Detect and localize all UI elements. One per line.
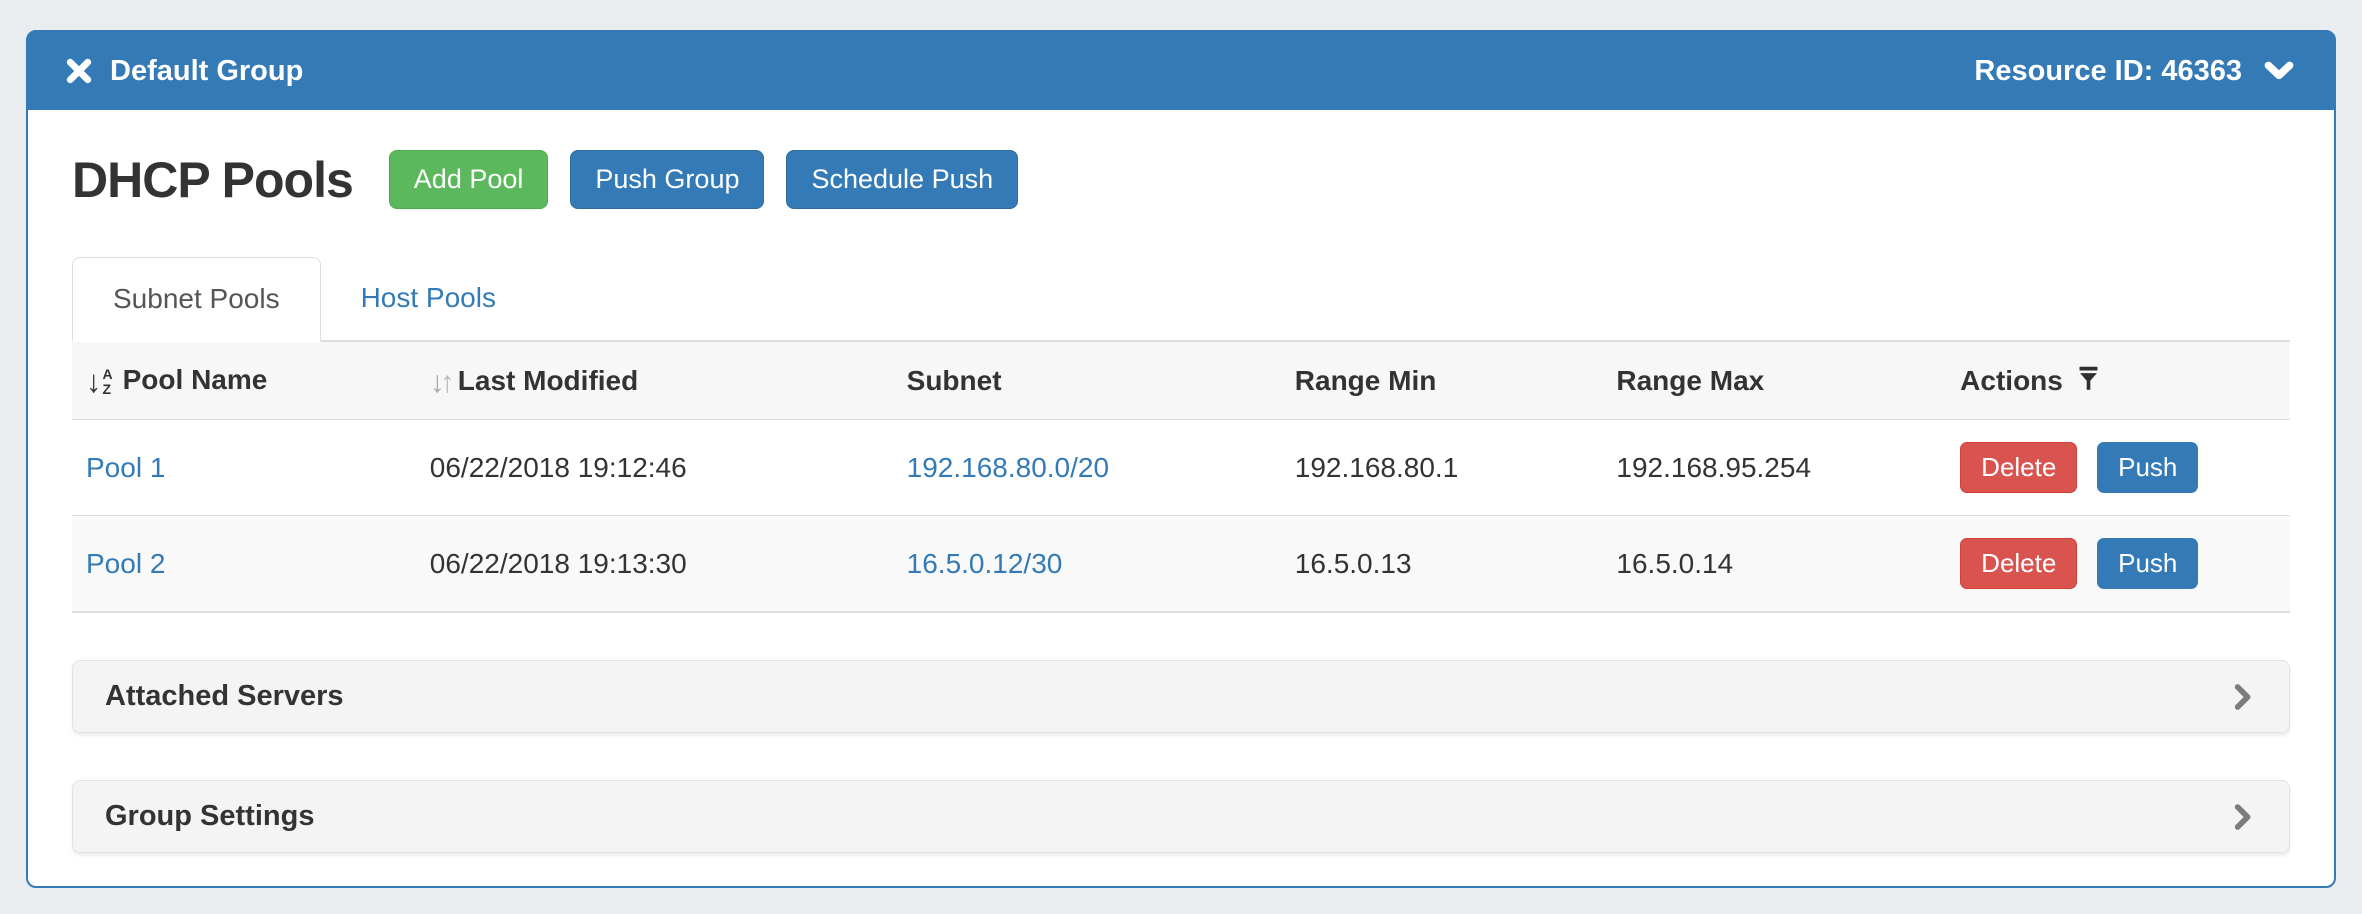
group-card: Default Group Resource ID: 46363 DHCP Po… bbox=[26, 30, 2336, 888]
delete-button[interactable]: Delete bbox=[1960, 538, 2077, 589]
pool-tabs: Subnet Pools Host Pools bbox=[72, 257, 2290, 342]
add-pool-button[interactable]: Add Pool bbox=[389, 150, 549, 209]
filter-icon[interactable] bbox=[2075, 364, 2102, 393]
range-max-cell: 192.168.95.254 bbox=[1602, 420, 1946, 516]
attached-servers-panel[interactable]: Attached Servers bbox=[72, 660, 2290, 733]
group-settings-panel[interactable]: Group Settings bbox=[72, 780, 2290, 853]
pool-name-link[interactable]: Pool 2 bbox=[86, 548, 165, 579]
push-group-button[interactable]: Push Group bbox=[570, 150, 764, 209]
pool-name-link[interactable]: Pool 1 bbox=[86, 452, 165, 483]
column-header-range-min[interactable]: Range Min bbox=[1281, 342, 1603, 420]
attached-servers-title: Attached Servers bbox=[105, 680, 344, 713]
close-icon[interactable] bbox=[64, 56, 94, 86]
delete-button[interactable]: Delete bbox=[1960, 442, 2077, 493]
chevron-right-icon bbox=[2227, 801, 2257, 833]
subnet-link[interactable]: 16.5.0.12/30 bbox=[907, 548, 1063, 579]
last-modified-cell: 06/22/2018 19:13:30 bbox=[416, 516, 893, 613]
chevron-down-icon[interactable] bbox=[2260, 56, 2298, 86]
column-header-pool-name[interactable]: ↓AZPool Name bbox=[72, 342, 416, 420]
column-header-last-modified[interactable]: ↓↑Last Modified bbox=[416, 342, 893, 420]
push-button[interactable]: Push bbox=[2097, 442, 2198, 493]
column-header-subnet[interactable]: Subnet bbox=[893, 342, 1281, 420]
range-max-cell: 16.5.0.14 bbox=[1602, 516, 1946, 613]
last-modified-cell: 06/22/2018 19:12:46 bbox=[416, 420, 893, 516]
group-title: Default Group bbox=[110, 55, 303, 88]
table-header-row: ↓AZPool Name ↓↑Last Modified Subnet Rang… bbox=[72, 342, 2290, 420]
tab-subnet-pools[interactable]: Subnet Pools bbox=[72, 257, 321, 342]
group-card-header: Default Group Resource ID: 46363 bbox=[28, 32, 2334, 110]
chevron-right-icon bbox=[2227, 681, 2257, 713]
page-title: DHCP Pools bbox=[72, 151, 353, 209]
sort-icon[interactable]: ↓↑ bbox=[430, 369, 450, 396]
group-settings-title: Group Settings bbox=[105, 800, 314, 833]
tab-host-pools[interactable]: Host Pools bbox=[321, 257, 536, 340]
schedule-push-button[interactable]: Schedule Push bbox=[786, 150, 1018, 209]
range-min-cell: 16.5.0.13 bbox=[1281, 516, 1603, 613]
sort-alpha-desc-icon[interactable]: ↓AZ bbox=[86, 367, 113, 396]
resource-id-label: Resource ID: 46363 bbox=[1974, 55, 2242, 88]
column-header-range-max[interactable]: Range Max bbox=[1602, 342, 1946, 420]
table-row: Pool 2 06/22/2018 19:13:30 16.5.0.12/30 … bbox=[72, 516, 2290, 613]
subnet-link[interactable]: 192.168.80.0/20 bbox=[907, 452, 1109, 483]
column-header-actions: Actions bbox=[1946, 342, 2290, 420]
subnet-pools-table: ↓AZPool Name ↓↑Last Modified Subnet Rang… bbox=[72, 342, 2290, 613]
table-row: Pool 1 06/22/2018 19:12:46 192.168.80.0/… bbox=[72, 420, 2290, 516]
push-button[interactable]: Push bbox=[2097, 538, 2198, 589]
range-min-cell: 192.168.80.1 bbox=[1281, 420, 1603, 516]
